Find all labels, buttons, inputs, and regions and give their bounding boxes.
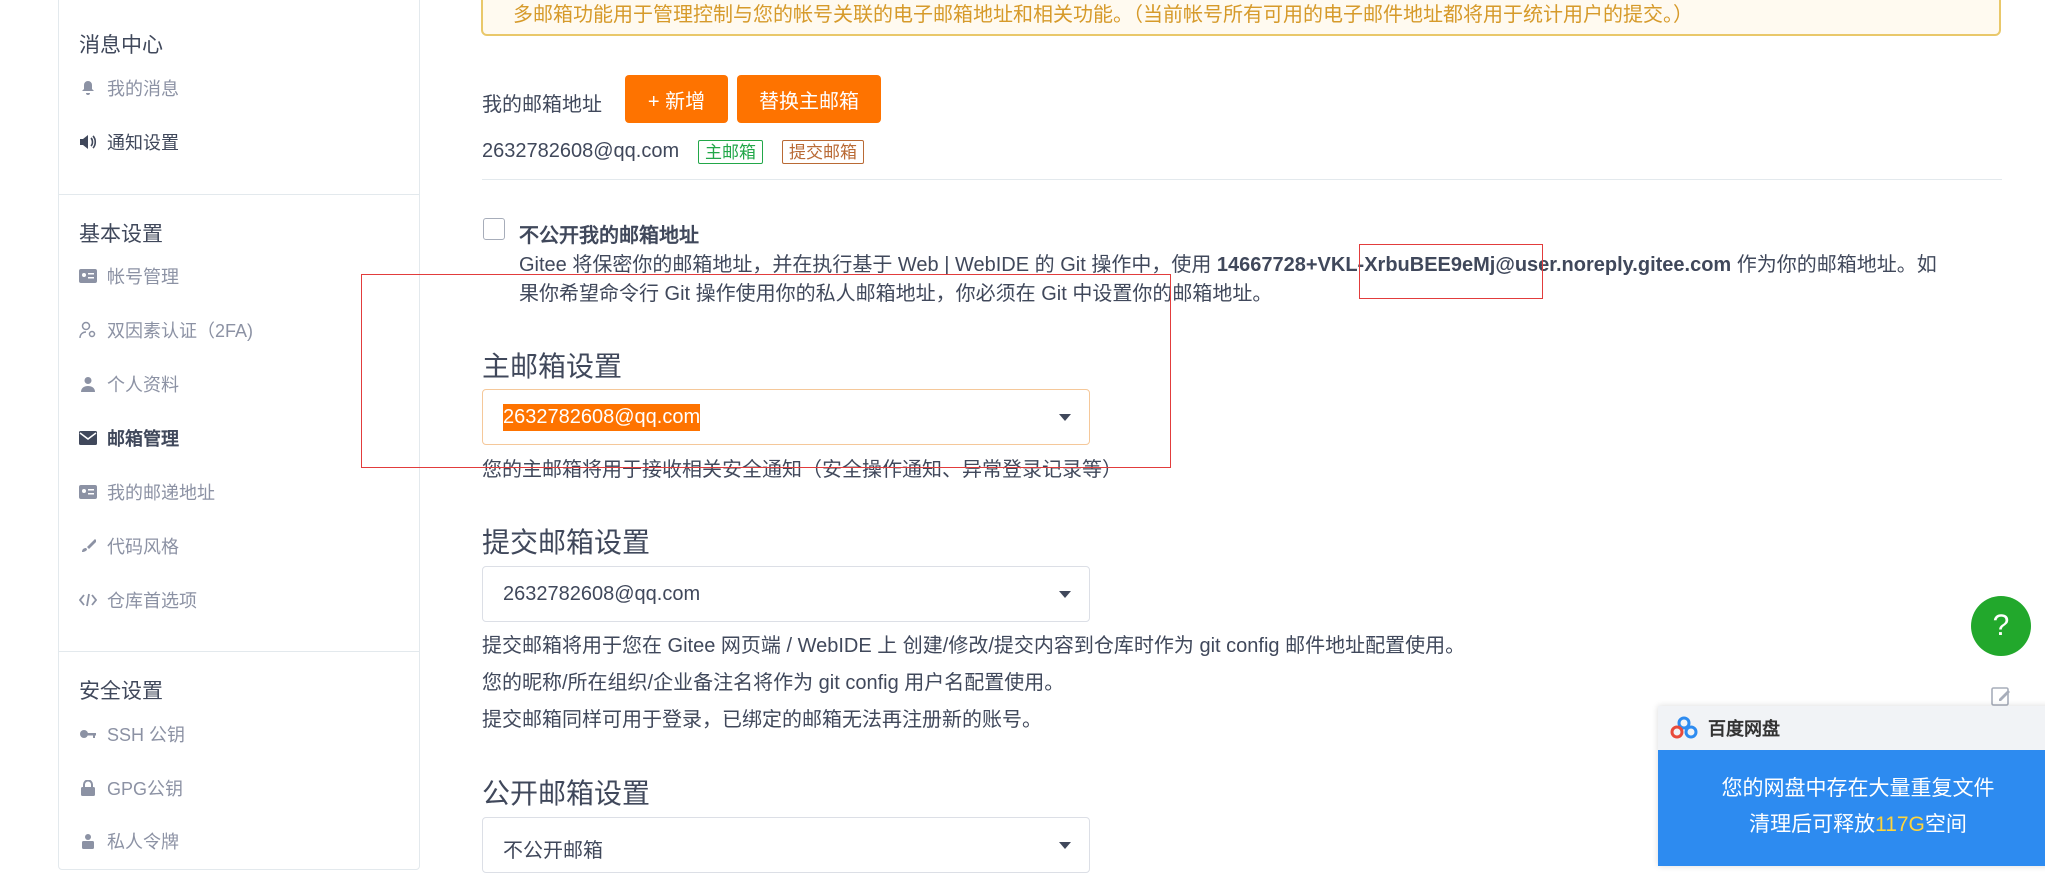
private-desc-text: Gitee 将保密你的邮箱地址，并在执行基于 Web | WebIDE 的 Gi…: [519, 254, 1217, 276]
lock-icon: [79, 779, 97, 797]
baidu-space-amount: 117G: [1875, 813, 1925, 836]
private-desc-text-end: 作为你的邮箱地址。如: [1731, 254, 1937, 276]
sidebar-item-notification-settings[interactable]: 通知设置: [79, 127, 179, 157]
sidebar-divider: [59, 194, 419, 195]
sidebar-item-2fa[interactable]: 双因素认证（2FA): [79, 315, 253, 345]
sidebar-item-label: 私人令牌: [107, 832, 179, 852]
sidebar-item-private-tokens[interactable]: 私人令牌: [79, 826, 179, 856]
primary-email-settings-title: 主邮箱设置: [482, 351, 623, 382]
sidebar-item-label: SSH 公钥: [107, 725, 186, 745]
chevron-down-icon: [1059, 591, 1071, 598]
sidebar-section-security: 安全设置: [79, 680, 163, 703]
sidebar-item-account[interactable]: 帐号管理: [79, 261, 179, 291]
public-email-select[interactable]: 不公开邮箱: [482, 817, 1090, 873]
user-key-icon: [79, 321, 97, 339]
settings-sidebar: 消息中心 我的消息 通知设置 基本设置 帐号管理 双因素认证（2FA) 个人资料: [58, 0, 420, 870]
public-email-settings-title: 公开邮箱设置: [482, 778, 651, 809]
private-email-description-line2: 果你希望命令行 Git 操作使用你的私人邮箱地址，你必须在 Git 中设置你的邮…: [519, 283, 1273, 305]
info-notice: 多邮箱功能用于管理控制与您的帐号关联的电子邮箱地址和相关功能。（当前帐号所有可用…: [481, 0, 2001, 36]
sidebar-item-label: 仓库首选项: [107, 591, 197, 611]
sidebar-item-repo-preferences[interactable]: 仓库首选项: [79, 585, 197, 615]
commit-email-help-3: 提交邮箱同样可用于登录，已绑定的邮箱无法再注册新的账号。: [482, 709, 1042, 731]
sidebar-item-my-messages[interactable]: 我的消息: [79, 73, 179, 103]
sidebar-item-label: 双因素认证（2FA): [107, 321, 254, 341]
sidebar-section-messages: 消息中心: [79, 34, 163, 57]
commit-email-badge: 提交邮箱: [782, 140, 864, 164]
sidebar-item-label: 代码风格: [107, 537, 179, 557]
bell-icon: [79, 79, 97, 97]
primary-email-select[interactable]: 2632782608@qq.com: [482, 389, 1090, 445]
code-icon: [79, 591, 97, 609]
email-address: 2632782608@qq.com: [482, 140, 680, 162]
baidu-popup-body: 您的网盘中存在大量重复文件 清理后可释放117G空间: [1658, 772, 2045, 838]
sidebar-item-label: 我的邮递地址: [107, 483, 215, 503]
add-email-button[interactable]: + 新增: [625, 75, 728, 123]
baidu-netdisk-logo-icon: [1670, 716, 1698, 740]
key-icon: [79, 725, 97, 743]
private-email-label: 不公开我的邮箱地址: [519, 225, 699, 247]
baidu-popup-line1: 您的网盘中存在大量重复文件: [1721, 777, 1995, 800]
sidebar-item-profile[interactable]: 个人资料: [79, 369, 179, 399]
baidu-popup-title: 百度网盘: [1708, 719, 1780, 739]
noreply-email: 14667728+VKL-XrbuBEE9eMj@user.noreply.gi…: [1216, 254, 1732, 276]
sidebar-item-ssh-keys[interactable]: SSH 公钥: [79, 719, 185, 749]
commit-email-help-2: 您的昵称/所在组织/企业备注名将作为 git config 用户名配置使用。: [482, 672, 1065, 694]
sidebar-item-label: 帐号管理: [107, 267, 179, 287]
commit-email-select[interactable]: 2632782608@qq.com: [482, 566, 1090, 622]
divider: [482, 179, 2002, 180]
sidebar-divider: [59, 651, 419, 652]
sidebar-item-code-style[interactable]: 代码风格: [79, 531, 179, 561]
id-card-icon: [79, 267, 97, 285]
my-emails-label: 我的邮箱地址: [482, 94, 602, 116]
sidebar-item-email-management[interactable]: 邮箱管理: [79, 423, 179, 453]
sidebar-section-basic: 基本设置: [79, 223, 163, 246]
sidebar-item-label: 邮箱管理: [107, 429, 179, 449]
address-card-icon: [79, 483, 97, 501]
sidebar-item-label: 我的消息: [107, 79, 179, 99]
sidebar-item-gpg-keys[interactable]: GPG公钥: [79, 773, 183, 803]
help-button[interactable]: ?: [1971, 596, 2031, 656]
chevron-down-icon: [1059, 414, 1071, 421]
public-email-value: 不公开邮箱: [503, 840, 603, 862]
token-icon: [79, 832, 97, 850]
sidebar-item-label: 个人资料: [107, 375, 179, 395]
baidu-popup-header: 百度网盘: [1658, 706, 2045, 750]
primary-email-badge: 主邮箱: [698, 140, 763, 164]
sidebar-item-label: GPG公钥: [107, 779, 184, 799]
private-email-description: Gitee 将保密你的邮箱地址，并在执行基于 Web | WebIDE 的 Gi…: [519, 251, 1999, 279]
commit-email-settings-title: 提交邮箱设置: [482, 527, 651, 558]
baidu-netdisk-popup[interactable]: 百度网盘 您的网盘中存在大量重复文件 清理后可释放117G空间: [1658, 706, 2045, 866]
commit-email-help-1: 提交邮箱将用于您在 Gitee 网页端 / WebIDE 上 创建/修改/提交内…: [482, 635, 1466, 657]
sidebar-item-label: 通知设置: [107, 133, 179, 153]
replace-primary-email-button[interactable]: 替换主邮箱: [737, 75, 881, 123]
primary-email-value: 2632782608@qq.com: [503, 404, 701, 431]
sidebar-item-postal-address[interactable]: 我的邮递地址: [79, 477, 215, 507]
baidu-popup-line2: 清理后可释放117G空间: [1658, 808, 2045, 838]
chevron-down-icon: [1059, 842, 1071, 849]
baidu-text-end: 空间: [1924, 813, 1967, 836]
user-icon: [79, 375, 97, 393]
brush-icon: [79, 537, 97, 555]
commit-email-value: 2632782608@qq.com: [503, 583, 701, 605]
baidu-text: 清理后可释放: [1749, 813, 1876, 836]
private-email-checkbox[interactable]: [483, 218, 505, 240]
primary-email-help: 您的主邮箱将用于接收相关安全通知（安全操作通知、异常登录记录等）: [482, 459, 1122, 481]
volume-icon: [79, 133, 97, 151]
envelope-icon: [79, 429, 97, 447]
